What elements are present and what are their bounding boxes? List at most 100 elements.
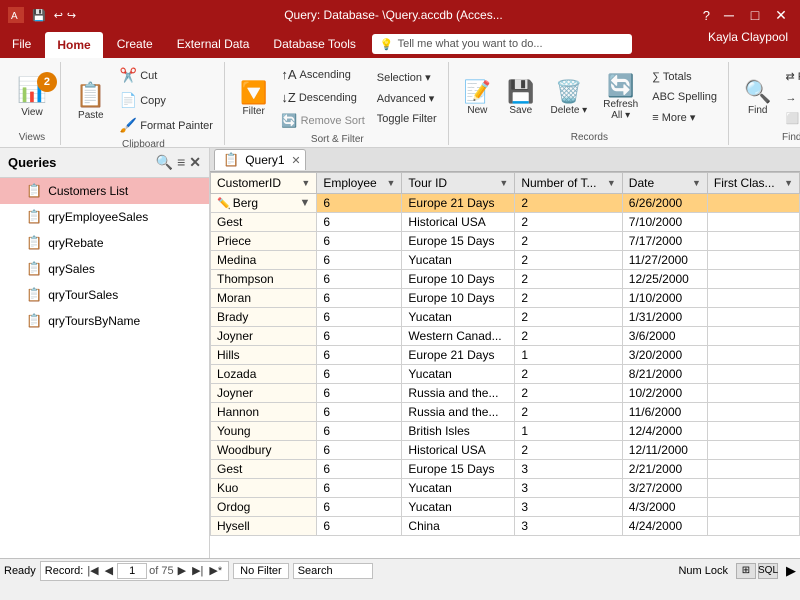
save-btn[interactable]: 💾 Save <box>500 69 541 125</box>
col-sort-customerid[interactable]: ▼ <box>301 178 310 188</box>
select-btn[interactable]: ⬜ Select ▾ <box>780 109 800 128</box>
col-sort-date[interactable]: ▼ <box>692 178 701 188</box>
col-sort-tourid[interactable]: ▼ <box>499 178 508 188</box>
table-row[interactable]: Kuo6Yucatan33/27/2000 <box>211 479 800 498</box>
totals-btn[interactable]: ∑ Totals <box>647 68 722 86</box>
more-btn[interactable]: ≡ More ▾ <box>647 108 722 127</box>
table-row[interactable]: Hills6Europe 21 Days13/20/2000 <box>211 346 800 365</box>
col-header-customerid[interactable]: CustomerID ▼ <box>211 173 317 194</box>
refresh-all-btn[interactable]: 🔄 Refresh All ▾ <box>596 68 645 126</box>
tab-close-btn[interactable]: ✕ <box>291 154 300 167</box>
find-btn[interactable]: 🔍 Find <box>737 69 778 125</box>
menu-file[interactable]: File <box>0 30 43 58</box>
col-header-date[interactable]: Date ▼ <box>622 173 707 194</box>
table-row[interactable]: Thompson6Europe 10 Days212/25/2000 <box>211 270 800 289</box>
nav-next-btn[interactable]: ▶ <box>176 564 188 577</box>
cell-customerid: Gest <box>211 213 317 232</box>
goto-btn[interactable]: → Go To ▾ <box>780 88 800 107</box>
cell-firstclass <box>707 479 799 498</box>
table-row[interactable]: Gest6Historical USA27/10/2000 <box>211 213 800 232</box>
menu-home[interactable]: Home <box>45 32 102 58</box>
tell-me-box[interactable]: 💡 Tell me what you want to do... <box>372 34 632 54</box>
table-row[interactable]: Medina6Yucatan211/27/2000 <box>211 251 800 270</box>
table-row[interactable]: Young6British Isles112/4/2000 <box>211 422 800 441</box>
table-row[interactable]: Joyner6Russia and the...210/2/2000 <box>211 384 800 403</box>
new-btn[interactable]: 📝 New <box>457 69 498 125</box>
redo-btn[interactable]: ↪ <box>67 9 76 22</box>
menu-bar: File Home Create External Data Database … <box>0 30 800 58</box>
no-filter-btn[interactable]: No Filter <box>233 563 289 579</box>
col-sort-employee[interactable]: ▼ <box>387 178 396 188</box>
delete-btn[interactable]: 🗑️ Delete ▾ <box>544 69 595 125</box>
sidebar-search-icon[interactable]: 🔍 <box>156 154 173 171</box>
datasheet-view-btn[interactable]: ⊞ <box>736 563 756 579</box>
sidebar-item-qry-tour-sales[interactable]: 📋 qryTourSales <box>0 282 209 308</box>
remove-sort-btn[interactable]: 🔄 Remove Sort <box>276 110 369 132</box>
table-row[interactable]: Hannon6Russia and the...211/6/2000 <box>211 403 800 422</box>
row-dropdown-arrow[interactable]: ▼ <box>299 197 310 209</box>
cell-date: 2/21/2000 <box>622 460 707 479</box>
scroll-right-arrow[interactable]: ▶ <box>786 563 796 579</box>
sql-view-btn[interactable]: SQL <box>758 563 778 579</box>
sidebar-item-qry-rebate[interactable]: 📋 qryRebate <box>0 230 209 256</box>
table-row[interactable]: Moran6Europe 10 Days21/10/2000 <box>211 289 800 308</box>
copy-btn[interactable]: 📄 Copy <box>115 89 218 112</box>
table-row[interactable]: Joyner6Western Canad...23/6/2000 <box>211 327 800 346</box>
toggle-filter-btn[interactable]: Toggle Filter <box>372 110 442 128</box>
query-tab-1[interactable]: 📋 Query1 ✕ <box>214 149 306 170</box>
col-sort-firstclass[interactable]: ▼ <box>784 178 793 188</box>
cell-firstclass <box>707 346 799 365</box>
table-row[interactable]: Ordog6Yucatan34/3/2000 <box>211 498 800 517</box>
table-row[interactable]: Woodbury6Historical USA212/11/2000 <box>211 441 800 460</box>
status-ready: Ready <box>4 565 36 577</box>
table-row[interactable]: Priece6Europe 15 Days27/17/2000 <box>211 232 800 251</box>
table-row[interactable]: ✏️ Berg ▼ 6Europe 21 Days26/26/2000 <box>211 194 800 213</box>
cell-customerid: Kuo <box>211 479 317 498</box>
quick-access-save[interactable]: 💾 <box>32 9 46 22</box>
sidebar-item-customers-list[interactable]: 📋 Customers List <box>0 178 209 204</box>
col-header-firstclass[interactable]: First Clas... ▼ <box>707 173 799 194</box>
search-input[interactable] <box>293 563 373 579</box>
table-row[interactable]: Lozada6Yucatan28/21/2000 <box>211 365 800 384</box>
close-btn[interactable]: ✕ <box>770 4 792 26</box>
sidebar-item-qry-tours-by-name[interactable]: 📋 qryToursByName <box>0 308 209 334</box>
spelling-btn[interactable]: ABC Spelling <box>647 88 722 106</box>
sidebar-item-qry-employee-sales[interactable]: 📋 qryEmployeeSales <box>0 204 209 230</box>
table-row[interactable]: Hysell6China34/24/2000 <box>211 517 800 536</box>
col-sort-number[interactable]: ▼ <box>607 178 616 188</box>
advanced-btn[interactable]: Advanced ▾ <box>372 89 442 108</box>
help-btn[interactable]: ? <box>703 8 710 23</box>
sidebar-item-qry-sales[interactable]: 📋 qrySales <box>0 256 209 282</box>
cut-btn[interactable]: ✂️ Cut <box>115 64 218 87</box>
nav-first-btn[interactable]: |◀ <box>85 564 100 577</box>
menu-database-tools[interactable]: Database Tools <box>261 30 368 58</box>
replace-btn[interactable]: ⇄ Replace <box>780 67 800 86</box>
minimize-btn[interactable]: ─ <box>718 4 740 26</box>
descending-btn[interactable]: ↓Z Descending <box>276 87 369 108</box>
cell-firstclass <box>707 213 799 232</box>
maximize-btn[interactable]: □ <box>744 4 766 26</box>
paste-btn[interactable]: 📋 Paste <box>69 73 113 129</box>
table-scroll-area: CustomerID ▼ Employee ▼ <box>210 172 800 558</box>
cell-number: 2 <box>515 327 622 346</box>
ascending-btn[interactable]: ↑A Ascending <box>276 64 369 85</box>
format-painter-btn[interactable]: 🖌️ Format Painter <box>115 114 218 137</box>
menu-external-data[interactable]: External Data <box>165 30 262 58</box>
col-header-employee[interactable]: Employee ▼ <box>317 173 402 194</box>
sidebar-close-icon[interactable]: ✕ <box>189 154 201 171</box>
col-header-number[interactable]: Number of T... ▼ <box>515 173 622 194</box>
sidebar-menu-icon[interactable]: ≡ <box>177 154 185 171</box>
nav-prev-btn[interactable]: ◀ <box>103 564 115 577</box>
table-row[interactable]: Brady6Yucatan21/31/2000 <box>211 308 800 327</box>
filter-btn[interactable]: 🔽 Filter <box>233 70 274 126</box>
nav-last-btn[interactable]: ▶| <box>190 564 205 577</box>
nav-new-btn[interactable]: ▶* <box>207 564 224 577</box>
table-row[interactable]: Gest6Europe 15 Days32/21/2000 <box>211 460 800 479</box>
menu-create[interactable]: Create <box>105 30 165 58</box>
col-header-tourid[interactable]: Tour ID ▼ <box>402 173 515 194</box>
selection-btn[interactable]: Selection ▾ <box>372 68 442 87</box>
nav-current-input[interactable] <box>117 563 147 579</box>
table-container[interactable]: CustomerID ▼ Employee ▼ <box>210 172 800 558</box>
view-btn[interactable]: 📊 2 View <box>10 69 54 125</box>
undo-btn[interactable]: ↩ <box>54 9 63 22</box>
